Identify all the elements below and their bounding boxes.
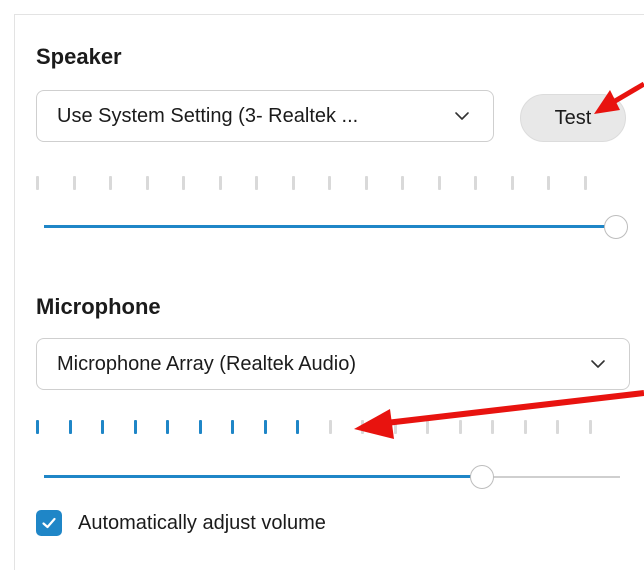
meter-tick <box>364 176 368 190</box>
meter-tick <box>393 420 397 434</box>
microphone-volume-slider[interactable] <box>44 465 620 489</box>
meter-tick <box>198 420 202 434</box>
meter-tick <box>328 176 331 190</box>
meter-tick <box>426 420 429 434</box>
speaker-test-button[interactable]: Test <box>520 94 626 142</box>
meter-tick <box>510 176 514 190</box>
meter-tick <box>556 420 559 434</box>
microphone-level-meter <box>36 420 596 434</box>
meter-tick <box>231 420 234 434</box>
meter-tick <box>401 176 404 190</box>
meter-tick <box>166 420 169 434</box>
meter-tick <box>474 176 477 190</box>
meter-tick <box>361 420 364 434</box>
meter-tick <box>523 420 527 434</box>
meter-tick <box>36 176 39 190</box>
meter-tick <box>109 176 112 190</box>
meter-tick <box>491 420 494 434</box>
meter-tick <box>547 176 550 190</box>
meter-tick <box>296 420 299 434</box>
meter-tick <box>458 420 462 434</box>
meter-tick <box>68 420 72 434</box>
speaker-heading: Speaker <box>36 44 122 69</box>
auto-adjust-checkbox[interactable] <box>36 510 62 536</box>
meter-tick <box>328 420 332 434</box>
chevron-down-icon <box>455 112 469 120</box>
meter-tick <box>145 176 149 190</box>
meter-tick <box>291 176 295 190</box>
speaker-device-value: Use System Setting (3- Realtek ... <box>57 104 359 127</box>
speaker-level-meter <box>36 176 596 190</box>
microphone-slider-thumb[interactable] <box>470 465 494 489</box>
auto-adjust-row[interactable]: Automatically adjust volume <box>36 510 326 536</box>
speaker-slider-thumb[interactable] <box>604 215 628 239</box>
meter-tick <box>182 176 185 190</box>
meter-tick <box>101 420 104 434</box>
microphone-device-select[interactable]: Microphone Array (Realtek Audio) <box>36 338 630 390</box>
meter-tick <box>583 176 587 190</box>
meter-tick <box>263 420 267 434</box>
chevron-down-icon <box>591 360 605 368</box>
microphone-slider-fill <box>44 475 482 478</box>
meter-tick <box>437 176 441 190</box>
speaker-device-select[interactable]: Use System Setting (3- Realtek ... <box>36 90 494 142</box>
checkmark-icon <box>42 517 56 529</box>
meter-tick <box>72 176 76 190</box>
meter-tick <box>218 176 222 190</box>
microphone-heading: Microphone <box>36 294 161 319</box>
meter-tick <box>588 420 592 434</box>
meter-tick <box>133 420 137 434</box>
speaker-volume-slider[interactable] <box>44 215 628 239</box>
auto-adjust-label: Automatically adjust volume <box>78 511 326 534</box>
speaker-slider-fill <box>44 225 616 228</box>
microphone-device-value: Microphone Array (Realtek Audio) <box>57 352 357 375</box>
meter-tick <box>36 420 39 434</box>
meter-tick <box>255 176 258 190</box>
